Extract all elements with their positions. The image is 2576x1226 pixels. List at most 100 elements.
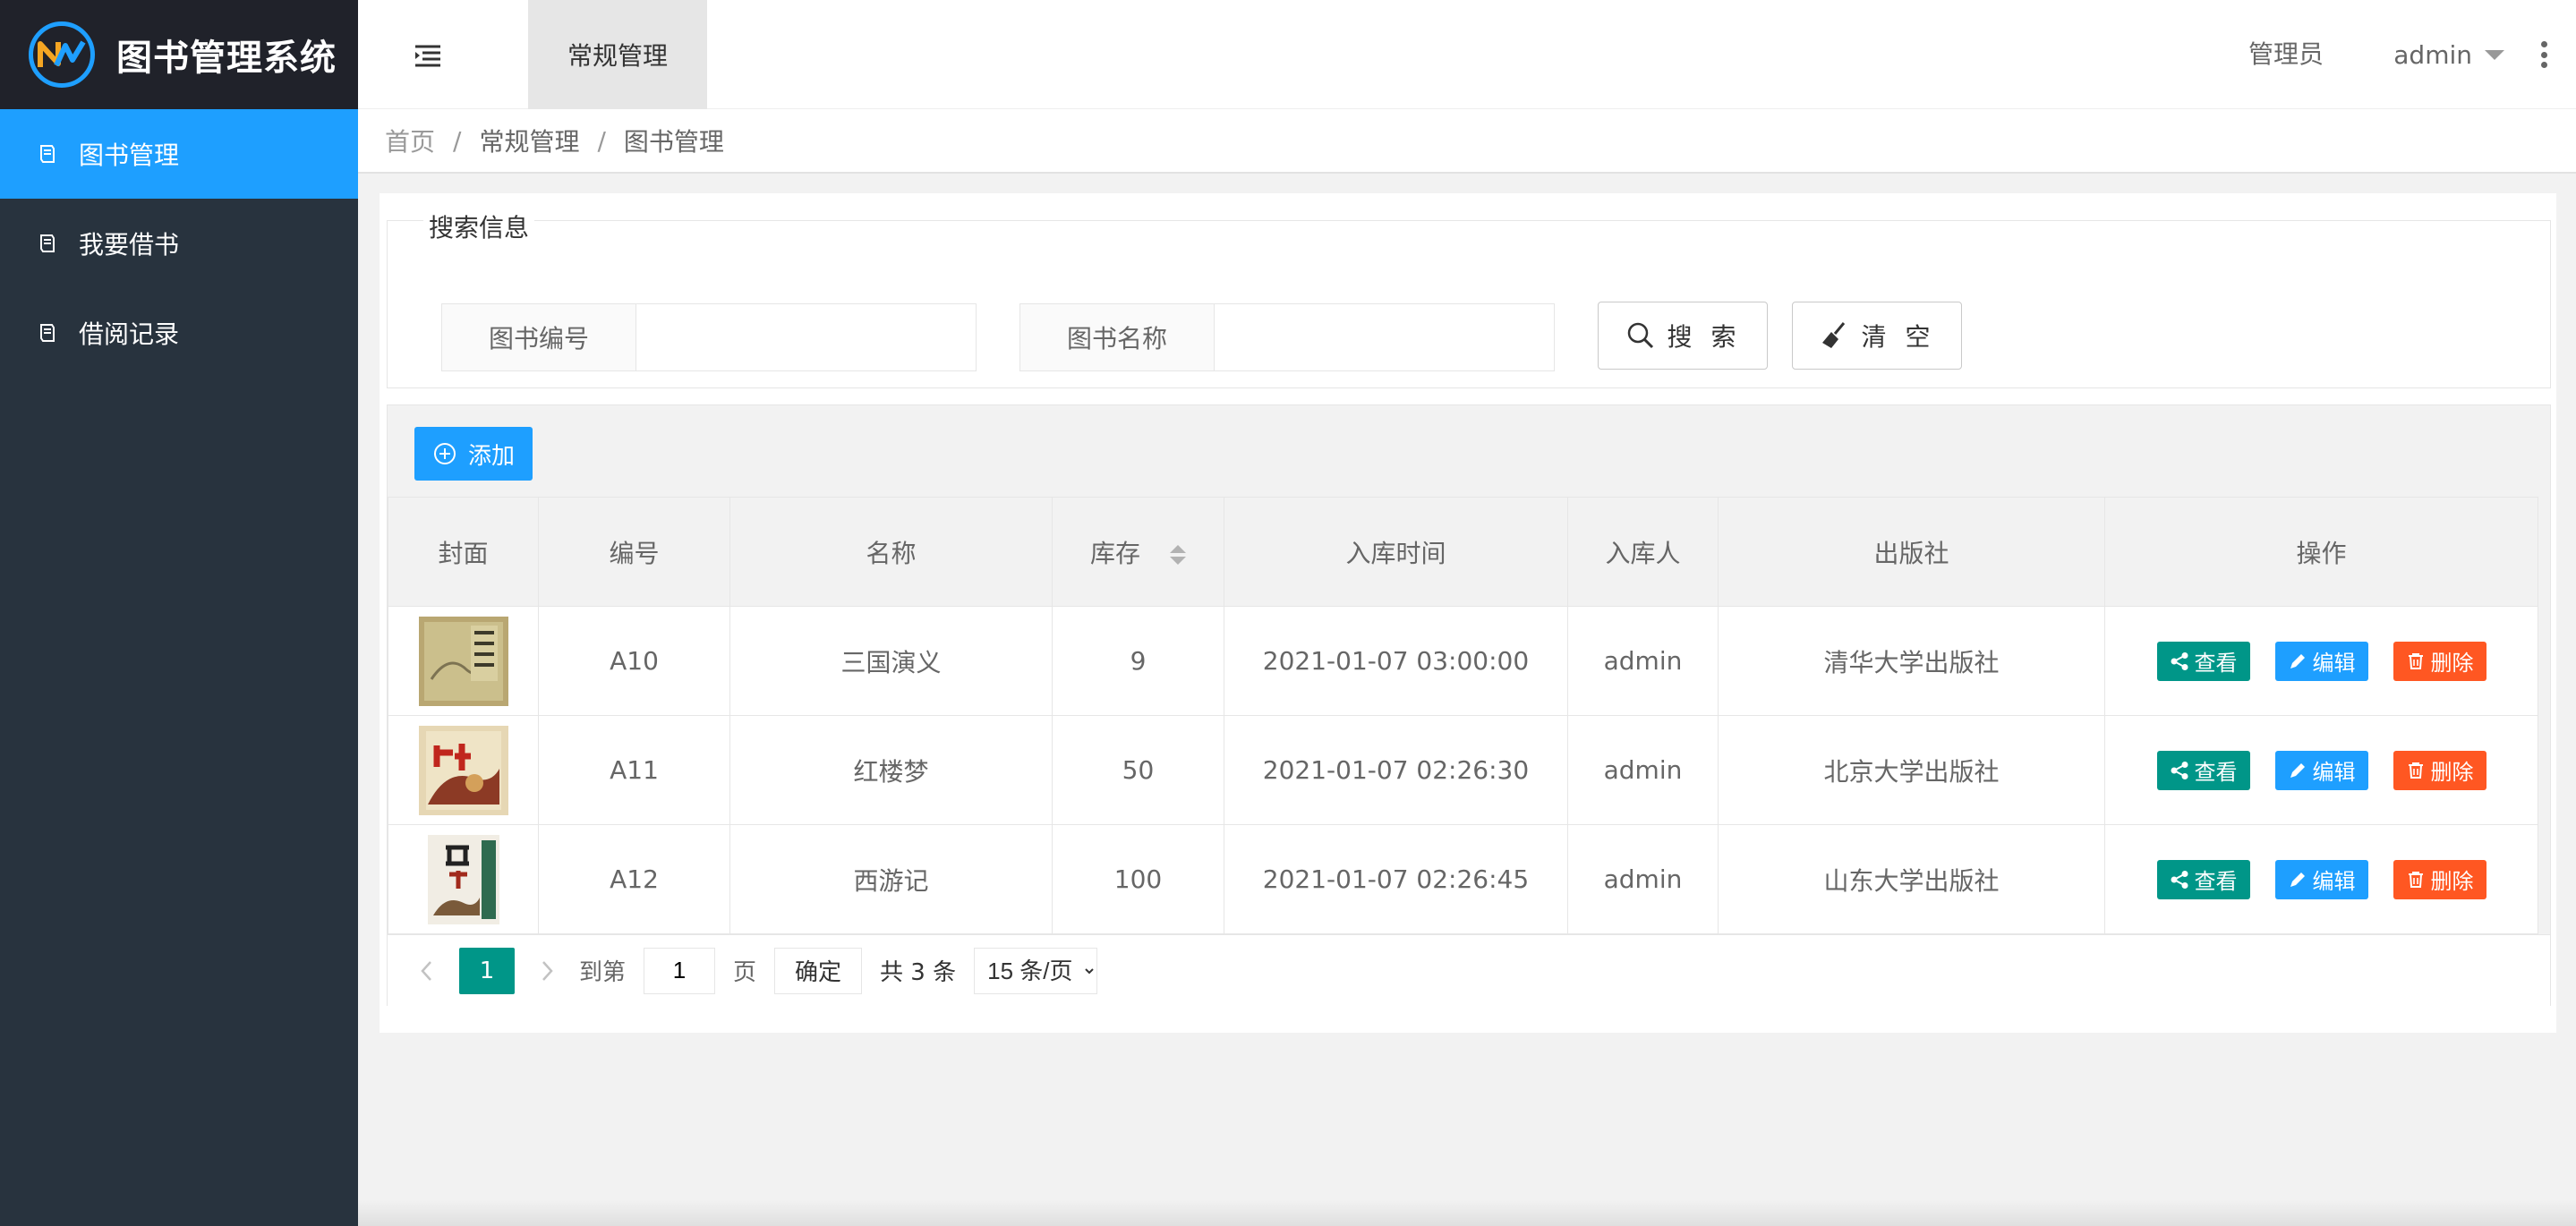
breadcrumb-general[interactable]: 常规管理 <box>479 123 579 158</box>
trash-icon <box>2408 652 2423 669</box>
add-button[interactable]: 添加 <box>414 427 533 481</box>
book-cover-image <box>418 616 508 706</box>
delete-button[interactable]: 删除 <box>2393 859 2486 899</box>
user-menu[interactable]: admin <box>2393 0 2504 109</box>
share-icon <box>2171 870 2188 889</box>
next-page-icon[interactable] <box>527 951 567 991</box>
column-header-publisher: 出版社 <box>1718 497 2105 607</box>
goto-suffix: 页 <box>733 959 757 986</box>
goto-confirm-button[interactable]: 确定 <box>774 947 863 994</box>
column-header-stock-label: 库存 <box>1090 538 1141 568</box>
goto-page-input[interactable] <box>644 947 716 994</box>
search-button-label: 搜 索 <box>1667 322 1742 352</box>
main-content: 搜索信息 图书编号 图书名称 搜 索 清 空 添加 封面 编号 名称 库存 入库… <box>380 193 2556 1033</box>
view-button-label: 查看 <box>2194 760 2238 785</box>
column-header-cover: 封面 <box>388 497 539 607</box>
table-row: A11 红楼梦 50 2021-01-07 02:26:30 admin 北京大… <box>388 715 2538 825</box>
sidebar-item-book-management[interactable]: 图书管理 <box>0 109 358 199</box>
edit-button-label: 编辑 <box>2312 869 2356 894</box>
view-button-label: 查看 <box>2194 869 2238 894</box>
pencil-icon <box>2290 653 2305 668</box>
column-header-id: 编号 <box>538 497 730 607</box>
book-id-field: 图书编号 <box>441 303 977 371</box>
search-icon <box>1627 322 1653 349</box>
top-header: 常规管理 管理员 admin <box>358 0 2576 109</box>
table-panel: 添加 封面 编号 名称 库存 入库时间 入库人 出版社 操作 A10 三国演义 … <box>387 404 2551 1006</box>
breadcrumb-current: 图书管理 <box>623 127 724 157</box>
book-name: 西游记 <box>729 824 1053 934</box>
page-size-select[interactable]: 15 条/页 <box>974 947 1098 994</box>
column-header-time: 入库时间 <box>1224 497 1568 607</box>
more-vertical-icon[interactable] <box>2538 41 2549 68</box>
table-row: A12 西游记 100 2021-01-07 02:26:45 admin 山东… <box>388 824 2538 934</box>
clear-button-label: 清 空 <box>1861 322 1936 352</box>
table-header-row: 封面 编号 名称 库存 入库时间 入库人 出版社 操作 <box>388 497 2538 607</box>
book-publisher: 山东大学出版社 <box>1718 824 2105 934</box>
book-name-field: 图书名称 <box>1019 303 1555 371</box>
current-page[interactable]: 1 <box>459 947 515 994</box>
books-table: 封面 编号 名称 库存 入库时间 入库人 出版社 操作 A10 三国演义 9 2… <box>388 497 2538 934</box>
share-icon <box>2171 761 2188 779</box>
book-operator: admin <box>1567 606 1719 716</box>
plus-circle-icon <box>433 443 456 464</box>
book-icon <box>36 142 59 166</box>
book-time: 2021-01-07 03:00:00 <box>1224 606 1568 716</box>
edit-button[interactable]: 编辑 <box>2274 641 2368 681</box>
broom-icon <box>1821 322 1845 348</box>
edit-button-label: 编辑 <box>2312 651 2356 676</box>
column-header-operator: 入库人 <box>1567 497 1719 607</box>
book-publisher: 北京大学出版社 <box>1718 715 2105 825</box>
prev-page-icon[interactable] <box>407 951 447 991</box>
logo: 图书管理系统 <box>0 0 358 109</box>
book-cover-image <box>427 834 499 924</box>
breadcrumb-home[interactable]: 首页 <box>385 123 435 158</box>
breadcrumb: 首页 / 常规管理 / 图书管理 <box>358 109 2576 174</box>
sidebar-item-label: 图书管理 <box>79 140 180 170</box>
sidebar-item-borrow-records[interactable]: 借阅记录 <box>0 288 358 378</box>
book-stock: 9 <box>1052 606 1224 716</box>
book-cover-image <box>418 725 508 815</box>
search-button[interactable]: 搜 索 <box>1598 302 1768 370</box>
book-id: A10 <box>538 606 730 716</box>
sidebar-item-label: 借阅记录 <box>79 319 180 349</box>
bottom-shadow <box>358 1199 2576 1226</box>
book-name-label: 图书名称 <box>1019 303 1215 371</box>
edit-button[interactable]: 编辑 <box>2274 750 2368 790</box>
sidebar-item-borrow-book[interactable]: 我要借书 <box>0 199 358 288</box>
chevron-down-icon <box>2485 49 2504 60</box>
delete-button[interactable]: 删除 <box>2393 750 2486 790</box>
book-time: 2021-01-07 02:26:45 <box>1224 824 1568 934</box>
book-name: 三国演义 <box>729 606 1053 716</box>
app-title: 图书管理系统 <box>116 38 337 79</box>
table-toolbar: 添加 <box>388 405 2550 497</box>
search-panel: 搜索信息 图书编号 图书名称 搜 索 清 空 <box>387 209 2551 388</box>
delete-button[interactable]: 删除 <box>2393 641 2486 681</box>
view-button[interactable]: 查看 <box>2156 750 2250 790</box>
edit-button-label: 编辑 <box>2312 760 2356 785</box>
sidebar-item-label: 我要借书 <box>79 230 180 260</box>
book-name: 红楼梦 <box>729 715 1053 825</box>
pencil-icon <box>2290 762 2305 778</box>
book-stock: 100 <box>1052 824 1224 934</box>
tab-general-management[interactable]: 常规管理 <box>528 0 707 109</box>
book-name-input[interactable] <box>1215 303 1555 371</box>
book-id: A12 <box>538 824 730 934</box>
add-button-label: 添加 <box>467 442 515 470</box>
pagination: 1 到第 页 确定 共 3 条 15 条/页 <box>388 934 2550 1006</box>
total-count: 共 3 条 <box>880 959 957 986</box>
clear-button[interactable]: 清 空 <box>1792 302 1962 370</box>
column-header-stock[interactable]: 库存 <box>1052 497 1224 607</box>
menu-toggle-icon[interactable] <box>412 39 444 72</box>
view-button[interactable]: 查看 <box>2156 641 2250 681</box>
book-time: 2021-01-07 02:26:30 <box>1224 715 1568 825</box>
goto-prefix: 到第 <box>579 959 627 986</box>
delete-button-label: 删除 <box>2430 869 2474 894</box>
edit-button[interactable]: 编辑 <box>2274 859 2368 899</box>
column-header-name: 名称 <box>729 497 1053 607</box>
share-icon <box>2171 651 2188 670</box>
sort-icon[interactable] <box>1169 544 1186 565</box>
view-button[interactable]: 查看 <box>2156 859 2250 899</box>
trash-icon <box>2408 871 2423 888</box>
book-id-input[interactable] <box>636 303 977 371</box>
book-icon <box>36 321 59 345</box>
